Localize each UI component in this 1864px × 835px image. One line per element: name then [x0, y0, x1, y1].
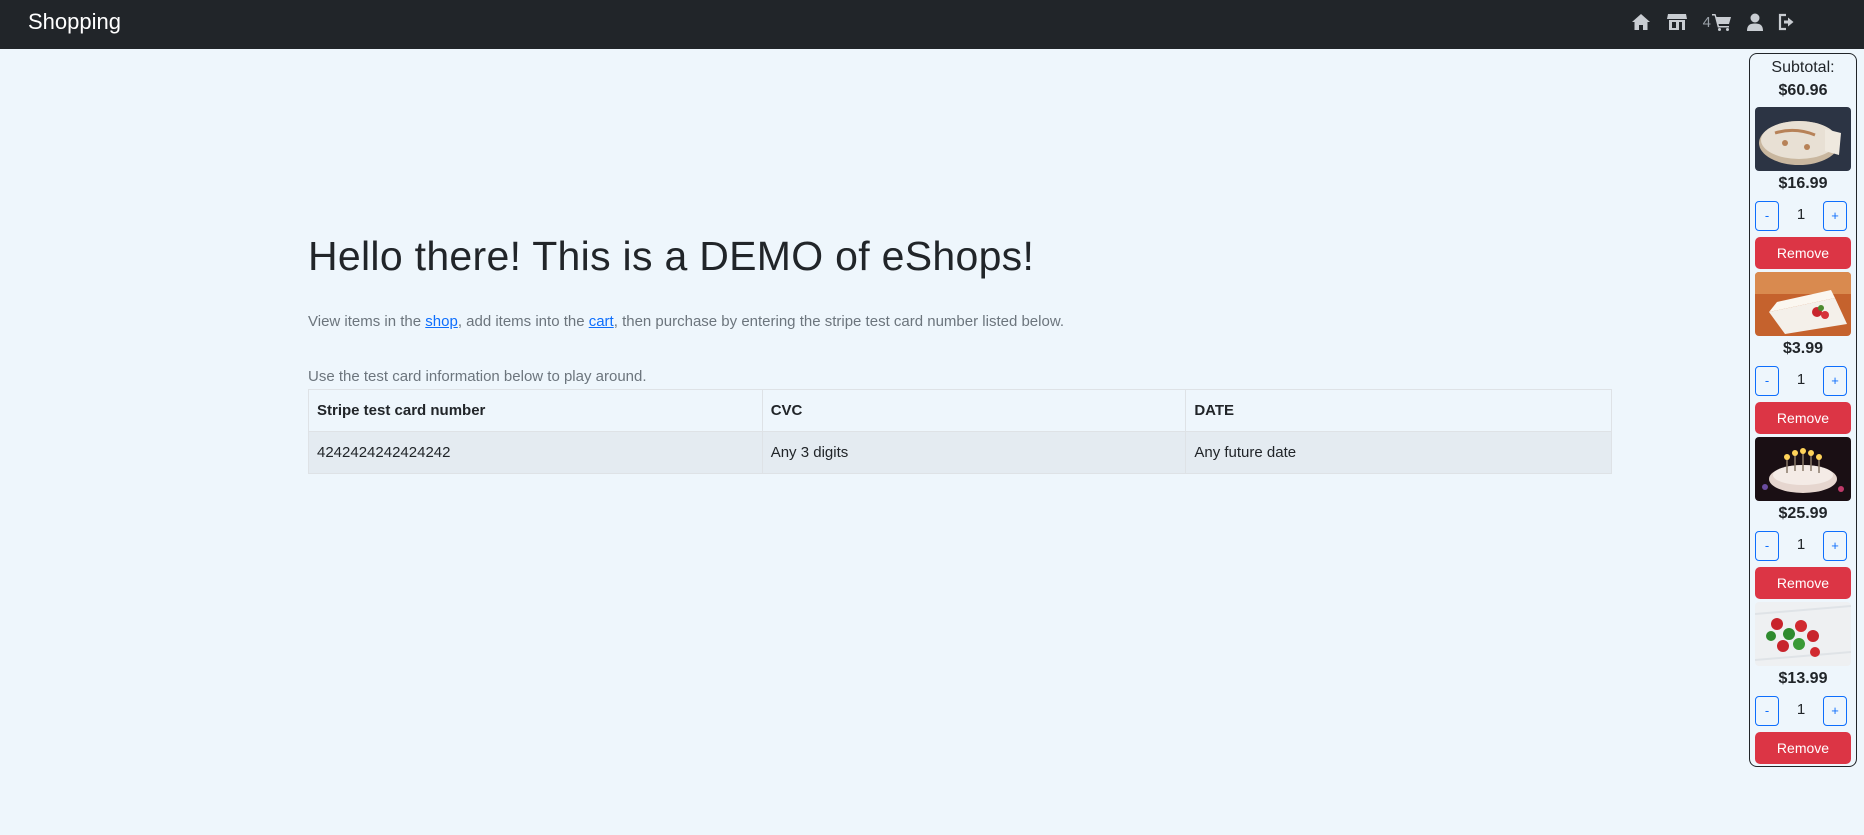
- remove-item-button[interactable]: Remove: [1755, 732, 1851, 764]
- user-icon[interactable]: [1747, 13, 1763, 31]
- cheesecake-slice-icon[interactable]: [1755, 272, 1851, 336]
- table-cell-card-number: 4242424242424242: [308, 431, 763, 474]
- item-price: $3.99: [1782, 340, 1824, 357]
- intro-part3: , then purchase by entering the stripe t…: [613, 313, 1064, 330]
- table-cell-cvc: Any 3 digits: [761, 431, 1187, 474]
- table-row: 4242424242424242 Any 3 digits Any future…: [308, 431, 1612, 474]
- decrease-qty-button[interactable]: -: [1755, 696, 1779, 726]
- increase-qty-button[interactable]: +: [1823, 366, 1847, 396]
- table-header: Stripe test card number: [308, 389, 763, 432]
- brand-logo[interactable]: Shopping: [28, 10, 121, 34]
- item-price: $25.99: [1778, 505, 1828, 522]
- card-hint-text: Use the test card information below to p…: [308, 368, 647, 385]
- test-card-table: Stripe test card number CVC DATE 4242424…: [308, 389, 1612, 474]
- intro-part2: , add items into the: [457, 313, 589, 330]
- item-quantity: 1: [1796, 701, 1806, 718]
- shop-link[interactable]: shop: [425, 313, 458, 330]
- item-quantity: 1: [1796, 371, 1806, 388]
- cart-item: $16.99 - 1 + Remove: [1755, 107, 1851, 272]
- subtotal-value: $60.96: [1778, 82, 1828, 99]
- decrease-qty-button[interactable]: -: [1755, 201, 1779, 231]
- remove-item-button[interactable]: Remove: [1755, 567, 1851, 599]
- subtotal-label: Subtotal:: [1771, 59, 1835, 76]
- candy-icon[interactable]: [1755, 602, 1851, 666]
- home-icon[interactable]: [1631, 13, 1651, 31]
- cart-item: $25.99 - 1 + Remove: [1755, 437, 1851, 602]
- cake-icon[interactable]: [1755, 107, 1851, 171]
- logout-icon[interactable]: [1778, 13, 1796, 31]
- remove-item-button[interactable]: Remove: [1755, 402, 1851, 434]
- item-quantity: 1: [1796, 536, 1806, 553]
- increase-qty-button[interactable]: +: [1823, 696, 1847, 726]
- table-header: CVC: [761, 389, 1187, 432]
- item-quantity: 1: [1796, 206, 1806, 223]
- cart-sidebar: Subtotal: $60.96 $16.99 - 1 + Remove $3.…: [1749, 53, 1857, 767]
- cart-icon: [1712, 13, 1732, 31]
- item-price: $16.99: [1778, 175, 1828, 192]
- birthday-cake-candles-icon[interactable]: [1755, 437, 1851, 501]
- increase-qty-button[interactable]: +: [1823, 531, 1847, 561]
- increase-qty-button[interactable]: +: [1823, 201, 1847, 231]
- page-title: Hello there! This is a DEMO of eShops!: [308, 233, 1035, 279]
- decrease-qty-button[interactable]: -: [1755, 531, 1779, 561]
- cart-link-inline[interactable]: cart: [589, 313, 614, 330]
- cart-item: $3.99 - 1 + Remove: [1755, 272, 1851, 437]
- item-price: $13.99: [1778, 670, 1828, 687]
- cart-link[interactable]: 4: [1703, 13, 1732, 31]
- store-icon[interactable]: [1666, 13, 1688, 31]
- cart-count: 4: [1702, 13, 1711, 31]
- intro-text: View items in the shop, add items into t…: [308, 312, 1064, 332]
- decrease-qty-button[interactable]: -: [1755, 366, 1779, 396]
- table-cell-date: Any future date: [1185, 431, 1612, 474]
- top-navbar: Shopping 4: [0, 0, 1864, 49]
- nav-icons: 4: [1616, 12, 1796, 32]
- intro-part1: View items in the: [308, 313, 426, 330]
- remove-item-button[interactable]: Remove: [1755, 237, 1851, 269]
- table-header: DATE: [1185, 389, 1612, 432]
- cart-item: $13.99 - 1 + Remove: [1755, 602, 1851, 767]
- table-header-row: Stripe test card number CVC DATE: [308, 389, 1612, 432]
